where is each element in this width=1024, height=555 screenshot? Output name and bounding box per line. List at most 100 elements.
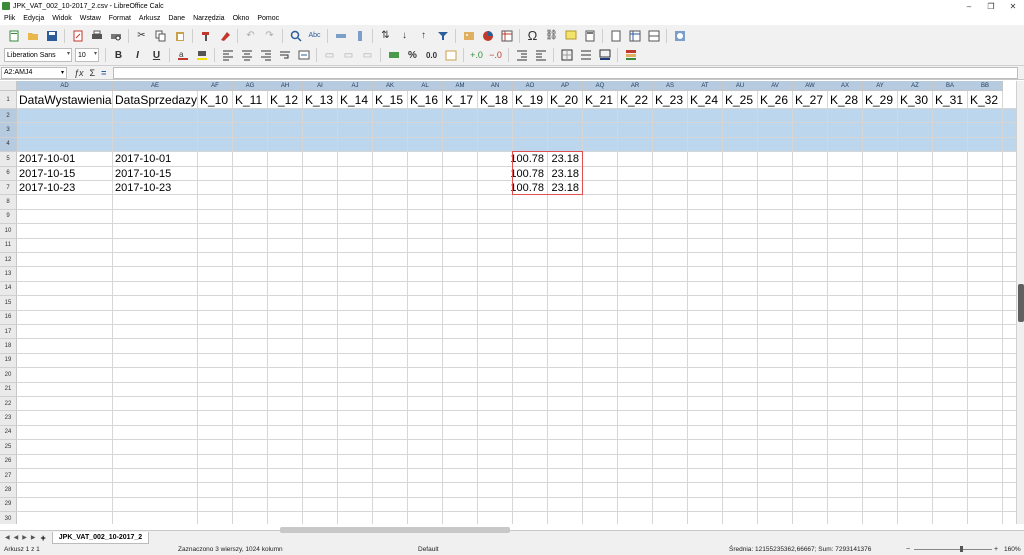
align-middle-icon[interactable]: ▭ — [341, 47, 357, 63]
row-header[interactable]: 21 — [0, 382, 17, 397]
delete-decimal-icon[interactable]: −.0 — [488, 47, 504, 63]
data-cell[interactable]: 2017-10-01 — [113, 152, 198, 166]
column-header[interactable]: AS — [653, 81, 688, 91]
paste-icon[interactable] — [172, 28, 188, 44]
highlight-color-icon[interactable] — [194, 47, 210, 63]
header-cell[interactable]: K_22 — [618, 91, 653, 109]
insert-chart-icon[interactable] — [480, 28, 496, 44]
comment-icon[interactable] — [563, 28, 579, 44]
header-cell[interactable]: K_17 — [443, 91, 478, 109]
last-sheet-icon[interactable]: ▶ — [31, 534, 36, 541]
next-sheet-icon[interactable]: ▶ — [22, 534, 27, 541]
column-header[interactable]: AO — [513, 81, 548, 91]
data-cell[interactable]: 2017-10-15 — [113, 167, 198, 181]
row-header[interactable]: 13 — [0, 267, 17, 282]
zoom-in-button[interactable]: + — [994, 546, 998, 553]
header-cell[interactable]: K_20 — [548, 91, 583, 109]
row-header[interactable]: 19 — [0, 353, 17, 369]
row-header[interactable]: 20 — [0, 368, 17, 383]
spreadsheet-grid[interactable]: AD AE AF AG AH AI AJ AK AL AM AN AO AP AQ AR AS AT AU AV AW… — [0, 81, 1016, 524]
column-header[interactable]: AV — [758, 81, 793, 91]
menu-widok[interactable]: Widok — [48, 15, 75, 22]
print-preview-icon[interactable] — [108, 28, 124, 44]
column-header[interactable]: AW — [793, 81, 828, 91]
formula-input[interactable] — [113, 66, 1018, 79]
row-header[interactable]: 17 — [0, 325, 17, 340]
header-cell[interactable]: K_10 — [198, 91, 233, 109]
sort-icon[interactable]: ⇅ — [378, 28, 394, 44]
pivot-table-icon[interactable] — [499, 28, 515, 44]
header-cell[interactable]: K_26 — [758, 91, 793, 109]
column-header[interactable]: AJ — [338, 81, 373, 91]
row-header[interactable]: 24 — [0, 425, 17, 441]
number-format-button[interactable]: 0.0 — [424, 47, 440, 63]
prev-sheet-icon[interactable]: ◀ — [14, 534, 19, 541]
row-header[interactable]: 11 — [0, 238, 17, 253]
font-color-icon[interactable]: a — [175, 47, 191, 63]
header-cell[interactable]: K_11 — [233, 91, 268, 109]
show-draw-functions-icon[interactable] — [672, 28, 688, 44]
header-cell[interactable]: K_32 — [968, 91, 1003, 109]
row-icon[interactable] — [333, 28, 349, 44]
hyperlink-icon[interactable]: ⛓ — [544, 28, 560, 44]
font-name-box[interactable]: Liberation Sans ▾ — [4, 48, 72, 62]
row-header[interactable]: 28 — [0, 483, 17, 498]
row-header[interactable]: 15 — [0, 296, 17, 311]
column-header[interactable]: AL — [408, 81, 443, 91]
column-header[interactable]: AT — [688, 81, 723, 91]
statistics-status[interactable]: Średnia: 12155235362,66667; Sum: 7293141… — [729, 546, 871, 553]
column-header[interactable]: AH — [268, 81, 303, 91]
row-header[interactable]: 14 — [0, 281, 17, 297]
row-header[interactable]: 1 — [0, 91, 17, 109]
header-cell[interactable]: K_18 — [478, 91, 513, 109]
header-cell[interactable]: K_19 — [513, 91, 548, 109]
row-header[interactable]: 10 — [0, 224, 17, 239]
row-header[interactable]: 3 — [0, 123, 17, 138]
open-folder-icon[interactable] — [25, 28, 41, 44]
close-button[interactable]: ✕ — [1002, 0, 1024, 12]
header-cell[interactable]: K_27 — [793, 91, 828, 109]
align-left-icon[interactable] — [220, 47, 236, 63]
zoom-slider-knob[interactable] — [960, 546, 963, 552]
add-sheet-button[interactable]: + — [41, 533, 46, 543]
row-header[interactable]: 7 — [0, 181, 17, 196]
border-style-icon[interactable] — [578, 47, 594, 63]
row-header[interactable]: 9 — [0, 209, 17, 225]
column-header[interactable]: AP — [548, 81, 583, 91]
formula-equals-icon[interactable]: = — [101, 68, 106, 78]
vertical-scroll-thumb[interactable] — [1018, 284, 1024, 322]
cut-icon[interactable]: ✂ — [134, 28, 150, 44]
page-style[interactable]: Default — [418, 546, 439, 553]
font-size-box[interactable]: 10 ▾ — [75, 48, 99, 62]
header-cell[interactable]: DataSprzedazy — [113, 91, 198, 109]
menu-format[interactable]: Format — [105, 15, 135, 22]
select-all-corner[interactable] — [0, 81, 17, 91]
currency-format-icon[interactable] — [386, 47, 402, 63]
row-header[interactable]: 4 — [0, 137, 17, 153]
merge-center-icon[interactable] — [296, 47, 312, 63]
increase-indent-icon[interactable] — [514, 47, 530, 63]
menu-wstaw[interactable]: Wstaw — [76, 15, 105, 22]
header-cell[interactable]: K_15 — [373, 91, 408, 109]
split-window-icon[interactable] — [646, 28, 662, 44]
name-box[interactable]: A2:AMJ4 ▾ — [1, 66, 67, 79]
header-cell[interactable]: K_28 — [828, 91, 863, 109]
decrease-indent-icon[interactable] — [533, 47, 549, 63]
column-header[interactable]: AE — [113, 81, 198, 91]
column-header[interactable]: AX — [828, 81, 863, 91]
row-header[interactable]: 25 — [0, 440, 17, 455]
borders-icon[interactable] — [559, 47, 575, 63]
header-cell[interactable]: K_30 — [898, 91, 933, 109]
clone-formatting-icon[interactable] — [198, 28, 214, 44]
column-header[interactable]: AU — [723, 81, 758, 91]
align-right-icon[interactable] — [258, 47, 274, 63]
function-wizard-icon[interactable]: ƒx — [74, 68, 84, 78]
row-header[interactable]: 22 — [0, 397, 17, 412]
row-header[interactable]: 26 — [0, 454, 17, 469]
export-pdf-icon[interactable] — [70, 28, 86, 44]
underline-button[interactable]: U — [149, 47, 165, 63]
zoom-slider[interactable] — [914, 549, 992, 550]
column-header[interactable]: AI — [303, 81, 338, 91]
column-header[interactable]: AD — [17, 81, 113, 91]
align-center-icon[interactable] — [239, 47, 255, 63]
